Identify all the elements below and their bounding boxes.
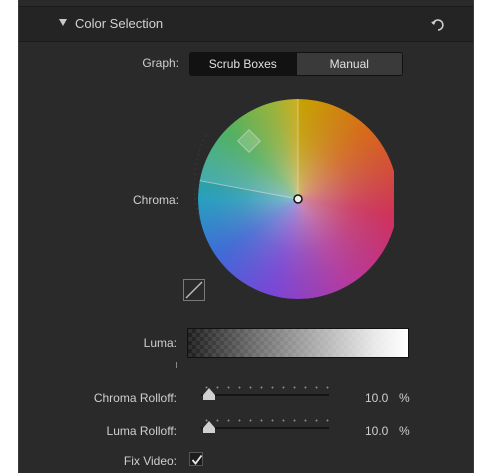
slider-track	[201, 394, 329, 396]
chroma-rolloff-value[interactable]: 10.0	[365, 391, 388, 405]
slider-thumb-icon[interactable]	[203, 388, 215, 395]
chroma-rolloff-label: Chroma Rolloff:	[93, 391, 177, 405]
luma-rolloff-unit: %	[399, 424, 410, 438]
luma-tick-mark	[176, 362, 177, 368]
scrub-boxes-segment[interactable]: Scrub Boxes	[190, 53, 296, 75]
luma-rolloff-value[interactable]: 10.0	[365, 424, 388, 438]
luma-rolloff-slider[interactable]	[201, 419, 329, 433]
slider-thumb-base[interactable]	[203, 395, 215, 400]
luma-label: Luma:	[143, 336, 177, 350]
slider-ticks	[201, 386, 329, 389]
chroma-label: Chroma:	[132, 193, 179, 207]
disclosure-triangle-icon[interactable]	[59, 19, 67, 26]
slider-thumb-icon[interactable]	[203, 421, 215, 428]
reset-icon[interactable]	[429, 16, 447, 34]
color-selection-panel: Color Selection Graph: Scrub Boxes Manua…	[18, 0, 474, 473]
manual-segment[interactable]: Manual	[295, 53, 402, 75]
chroma-color-wheel[interactable]	[193, 95, 398, 303]
graph-label: Graph:	[142, 56, 179, 70]
chroma-rolloff-slider[interactable]	[201, 386, 329, 400]
curve-toggle-icon[interactable]	[183, 279, 205, 301]
slider-ticks	[201, 419, 329, 422]
fix-video-checkbox[interactable]	[189, 452, 203, 466]
section-header[interactable]: Color Selection	[19, 6, 473, 42]
luma-rolloff-label: Luma Rolloff:	[106, 424, 177, 438]
fix-video-label: Fix Video:	[123, 454, 177, 468]
luma-gradient-graph[interactable]	[187, 328, 409, 358]
slider-thumb-base[interactable]	[203, 428, 215, 433]
graph-segmented-control[interactable]: Scrub Boxes Manual	[189, 52, 403, 76]
chroma-rolloff-unit: %	[399, 391, 410, 405]
slider-track	[201, 427, 329, 429]
section-title: Color Selection	[75, 16, 164, 31]
checkmark-icon	[191, 454, 203, 465]
